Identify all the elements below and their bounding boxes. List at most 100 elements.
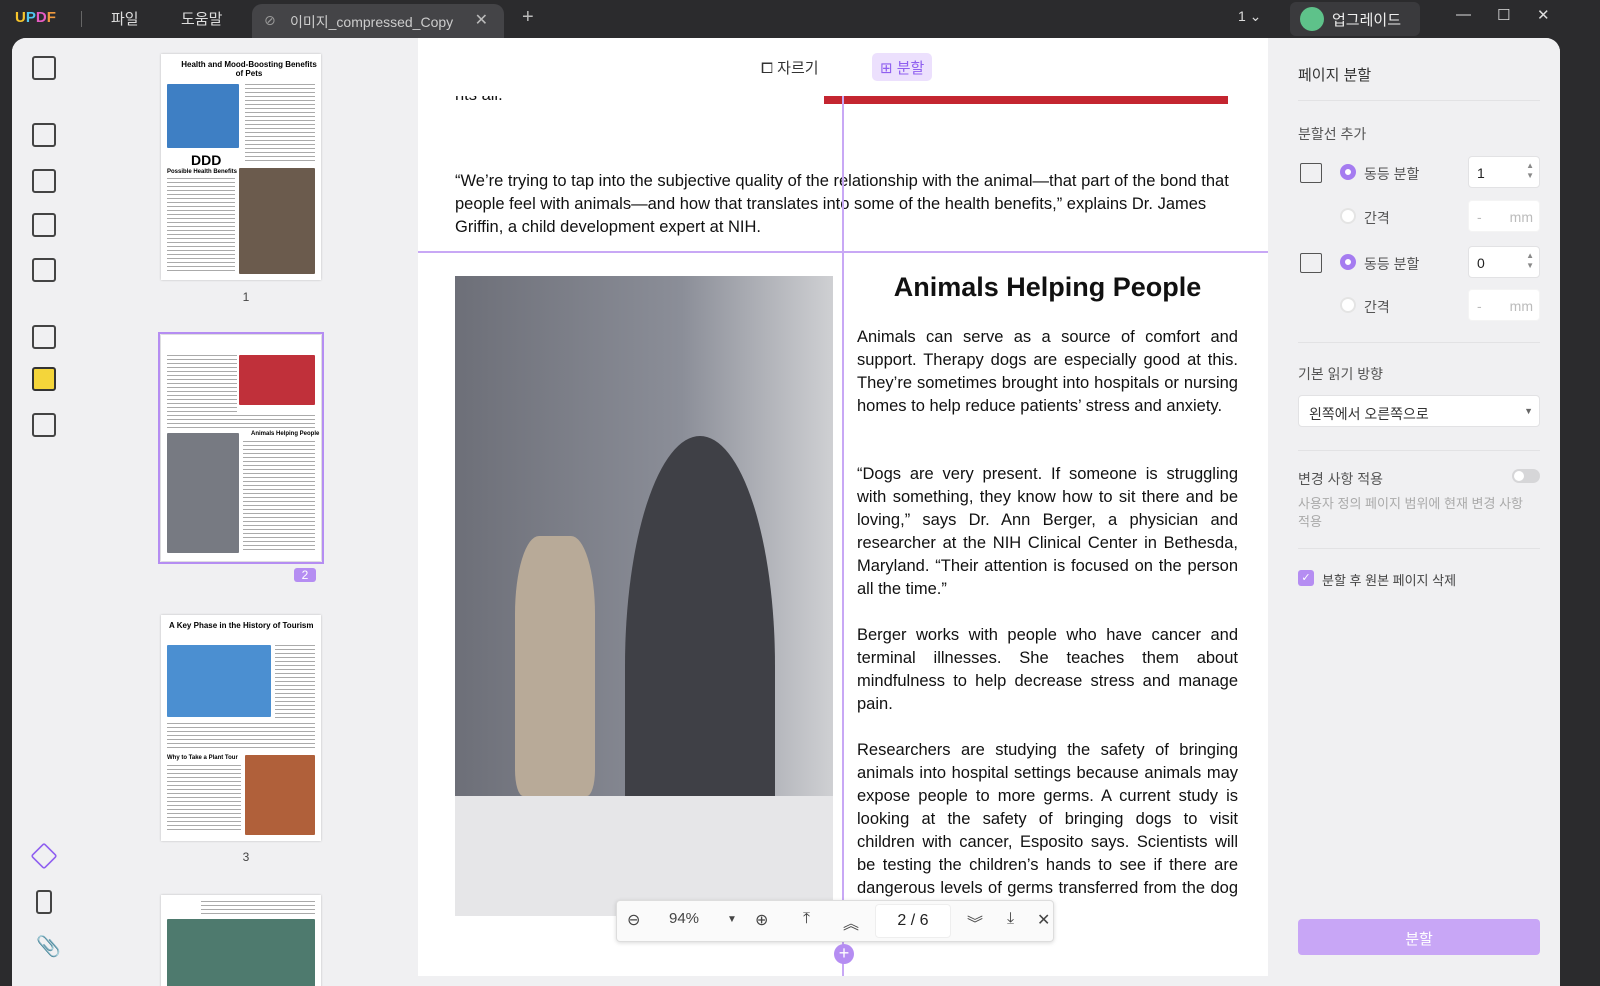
crop-button[interactable]: ⧠ 자르기 [753,53,827,81]
close-tab-icon[interactable]: ✕ [475,10,488,30]
thumbnail-title: Health and Mood-Boosting Benefits of Pet… [181,60,317,78]
placeholder: - [1477,298,1482,314]
title-bar: UPDF 파일 도움말 ⊘ 이미지_compressed_Copy ✕ + 1 … [0,0,1600,38]
horizontal-split-icon [1300,163,1322,183]
bookmark-icon[interactable] [36,890,52,914]
crop-toolbar: ⧠ 자르기 ⊞ 분할 [418,38,1268,96]
zoom-level[interactable]: 94% [669,910,699,927]
unit-label: mm [1509,209,1533,225]
street-image [167,645,271,717]
h-interval-input[interactable]: - mm [1468,200,1540,232]
previous-page-icon[interactable]: ︽ [843,910,859,934]
thumbnail-panel: Health and Mood-Boosting Benefits of Pet… [76,38,416,986]
crop-pages-icon[interactable] [32,367,56,391]
page-input[interactable]: 2 / 6 [875,904,951,938]
convert-icon[interactable] [32,413,56,437]
page-thumbnail-3[interactable]: A Key Phase in the History of Tourism Wh… [161,615,321,841]
v-equal-split-label: 동등 분할 [1364,256,1420,272]
left-toolbar: 📎 [12,38,76,986]
app-window: 📎 Health and Mood-Boosting Benefits of P… [12,38,1560,986]
placeholder: - [1477,209,1482,225]
v-equal-split-radio[interactable] [1340,254,1356,270]
page-navigation-bar: ⊖ 94% ▼ ⊕ ⤒ ︽ 2 / 6 ︾ ⤓ ✕ [616,900,1054,942]
maximize-button[interactable]: ☐ [1497,6,1510,24]
page-number-selected: 2 [294,568,316,582]
page-thumbnail-1[interactable]: Health and Mood-Boosting Benefits of Pet… [161,54,321,280]
reading-direction-select[interactable]: 왼쪽에서 오른쪽으로 ▼ [1298,395,1540,427]
panel-title: 페이지 분할 [1298,67,1372,84]
delete-original-checkbox[interactable]: ✓ [1298,570,1314,586]
h-interval-label: 간격 [1364,210,1390,226]
first-page-icon[interactable]: ⤒ [803,910,810,928]
vertical-split-line[interactable] [842,96,844,976]
eiffel-image [245,755,315,835]
form-icon[interactable] [32,213,56,237]
crop-label: 자르기 [777,60,819,77]
divider [1298,450,1540,451]
edit-text-icon[interactable] [32,169,56,193]
close-nav-icon[interactable]: ✕ [1037,910,1050,930]
unit-label: mm [1509,298,1533,314]
menu-help[interactable]: 도움말 [181,8,222,29]
divider [1298,100,1540,101]
split-tool-button[interactable]: ⊞ 분할 [872,53,933,81]
minimize-button[interactable]: — [1456,6,1471,23]
avatar [1300,7,1324,31]
cat-photo [455,276,833,916]
h-interval-radio[interactable] [1340,208,1356,224]
paragraph: Researchers are studying the safety of b… [857,741,1238,920]
menu-file[interactable]: 파일 [111,8,139,29]
text-lines [245,84,315,164]
sign-icon[interactable] [32,258,56,282]
page-thumbnail-4[interactable] [161,895,321,986]
thumbnail-title: A Key Phase in the History of Tourism [169,621,314,630]
organize-pages-icon[interactable] [32,325,56,349]
new-tab-button[interactable]: + [522,6,534,29]
h-count-input[interactable]: 1 ▲ ▼ [1468,156,1540,188]
text-lines [201,901,315,915]
v-interval-radio[interactable] [1340,297,1356,313]
next-page-icon[interactable]: ︾ [967,910,983,934]
window-count-dropdown[interactable]: 1 ⌄ [1238,8,1261,25]
attachment-icon[interactable]: 📎 [36,934,61,959]
h-equal-split-radio[interactable] [1340,164,1356,180]
stepper-icon[interactable]: ▲ ▼ [1526,251,1534,271]
reader-icon[interactable] [32,56,56,80]
tab-title: 이미지_compressed_Copy [290,14,454,30]
zoom-in-icon[interactable]: ⊕ [755,910,768,930]
divider [1298,342,1540,343]
v-interval-label: 간격 [1364,299,1390,315]
v-count-input[interactable]: 0 ▲ ▼ [1468,246,1540,278]
vase-shape [515,536,595,796]
updf-logo: UPDF [15,9,56,26]
thumbnail-title: Animals Helping People [251,431,320,437]
close-window-button[interactable]: ✕ [1537,6,1550,24]
document-tab[interactable]: ⊘ 이미지_compressed_Copy ✕ [252,4,504,38]
quote-paragraph: “We’re trying to tap into the subjective… [455,172,1229,236]
zoom-out-icon[interactable]: ⊖ [627,910,640,930]
split-settings-panel: 페이지 분할 분할선 추가 동등 분할 1 ▲ ▼ 간격 - mm 동등 분할 0 ▲ ▼… [1280,38,1560,986]
window-count: 1 [1238,8,1246,24]
section-heading: Animals Helping People [893,272,1202,302]
apply-changes-toggle[interactable] [1512,469,1540,483]
add-split-line-button[interactable]: + [834,944,854,964]
v-interval-input[interactable]: - mm [1468,289,1540,321]
text-fragment: nts all. [455,96,503,107]
text-lines [275,645,315,719]
layers-icon[interactable] [30,842,58,870]
h-equal-split-label: 동등 분할 [1364,166,1420,182]
page-thumbnail-2[interactable]: Animals Helping People [158,332,324,564]
document-area: ⧠ 자르기 ⊞ 분할 nts all. “We’re trying to tap… [418,38,1268,986]
edit-off-icon: ⊘ [264,12,276,28]
split-button[interactable]: 분할 [1298,919,1540,955]
delete-original-label: 분할 후 원본 페이지 삭제 [1322,573,1457,588]
v-count-value: 0 [1477,255,1485,271]
zoom-dropdown-icon[interactable]: ▼ [727,914,737,925]
text-lines [167,178,235,274]
stepper-icon[interactable]: ▲ ▼ [1526,161,1534,181]
last-page-icon[interactable]: ⤓ [1007,910,1014,928]
thumbnail-overlay: DDD [191,152,222,168]
highlighter-icon[interactable] [32,123,56,147]
upgrade-button[interactable]: 업그레이드 [1290,2,1420,36]
paragraph: Animals can serve as a source of comfort… [857,328,1238,415]
